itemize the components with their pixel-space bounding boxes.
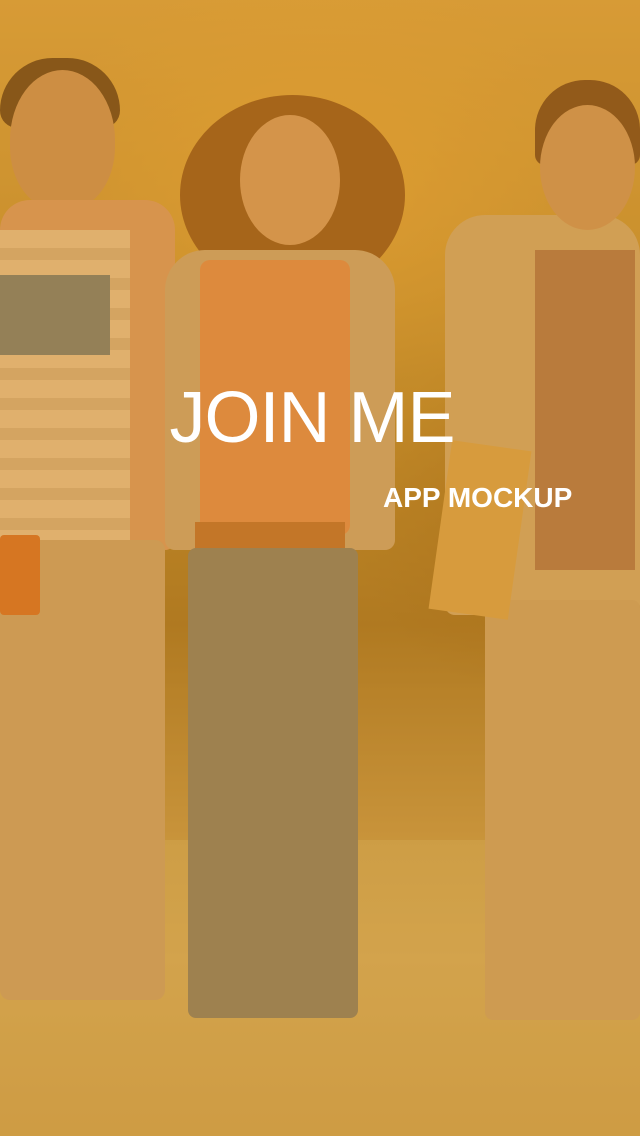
splash-screen: JOIN ME APP MOCKUP (0, 0, 640, 1136)
app-subtitle: APP MOCKUP (383, 482, 573, 513)
app-title: JOIN ME (169, 378, 455, 458)
color-overlay (0, 0, 640, 1136)
